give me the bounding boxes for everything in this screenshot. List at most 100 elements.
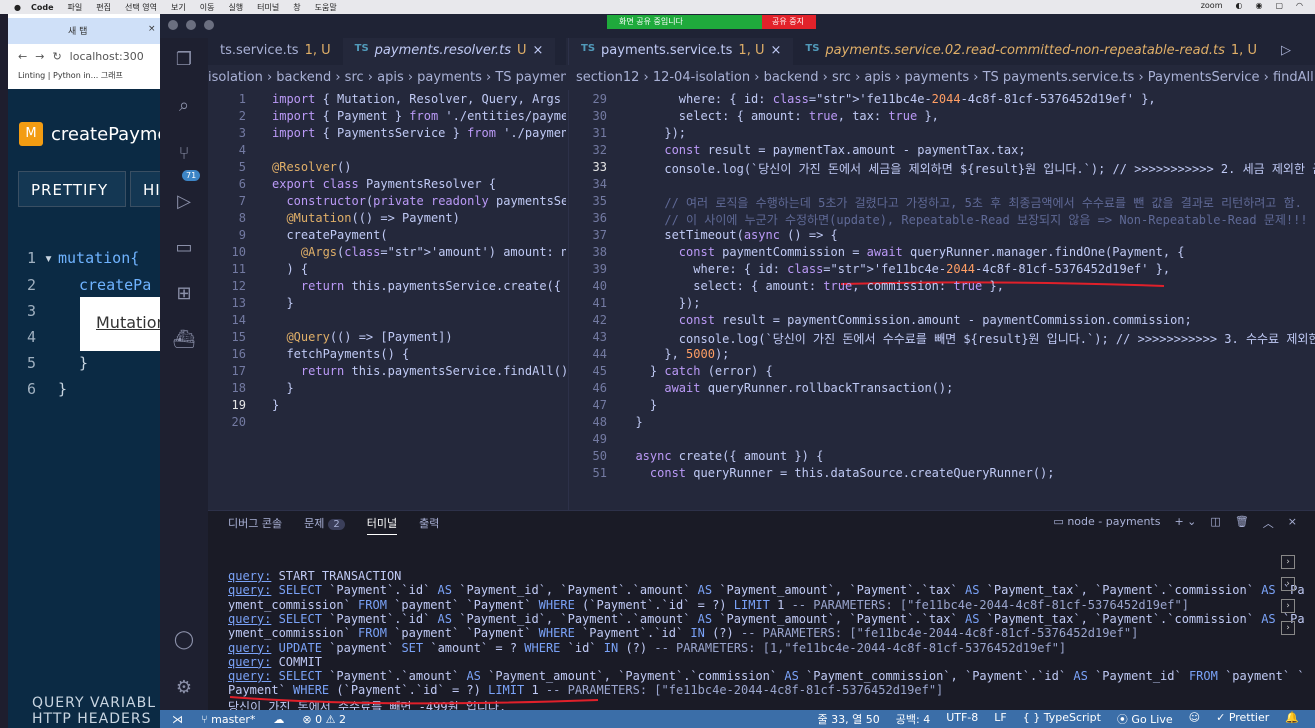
autocomplete-tooltip[interactable]: Mutation xyxy=(80,297,168,351)
code-line[interactable]: 5} xyxy=(8,354,168,380)
go-live-button[interactable]: ⦿ Go Live xyxy=(1117,711,1173,727)
gear-icon[interactable]: ⚙ xyxy=(172,676,196,700)
playground-tab-title[interactable]: M createPayme xyxy=(19,122,168,146)
tab-payments-service[interactable]: TS payments.service.ts 1, U × xyxy=(569,38,794,65)
feedback-icon[interactable]: ☺ xyxy=(1189,711,1200,727)
terminal-instance-icon[interactable]: › xyxy=(1281,599,1295,613)
bookmark-item[interactable]: Linting | Python in... xyxy=(18,71,98,80)
app-name[interactable]: Code xyxy=(31,3,54,12)
code-line[interactable]: 1 ▾ mutation{ xyxy=(8,249,168,275)
prettier-status[interactable]: ✓ Prettier xyxy=(1216,711,1269,727)
tab-ts-service[interactable]: ts.service.ts 1, U xyxy=(208,38,343,65)
maximize-window-button[interactable] xyxy=(204,20,214,30)
line-number: 43 xyxy=(592,330,607,344)
close-panel-icon[interactable]: × xyxy=(1288,515,1297,531)
close-icon[interactable]: × xyxy=(148,24,156,34)
zoom-menu-item[interactable]: zoom xyxy=(1201,1,1223,10)
source-control-icon[interactable]: ⑂ xyxy=(172,142,196,166)
docker-icon[interactable]: ⛴ xyxy=(172,328,196,352)
menu-help[interactable]: 도움말 xyxy=(315,2,337,13)
extensions-icon[interactable]: ⊞ xyxy=(172,282,196,306)
wifi-icon[interactable]: ◠ xyxy=(1296,1,1303,10)
apple-icon[interactable]: ● xyxy=(14,3,21,12)
breadcrumb-left[interactable]: isolation › backend › src › apis › payme… xyxy=(208,67,566,89)
maximize-panel-icon[interactable]: ︿ xyxy=(1263,515,1274,531)
terminal-line: query: COMMIT xyxy=(228,654,322,669)
menu-terminal[interactable]: 터미널 xyxy=(257,2,279,13)
minimize-window-button[interactable] xyxy=(186,20,196,30)
tab-terminal[interactable]: 터미널 xyxy=(366,515,398,535)
stop-share-button[interactable]: 공유 중지 xyxy=(762,15,816,29)
bookmark-item[interactable]: 그래프 xyxy=(101,71,123,80)
query-variables-tab[interactable]: QUERY VARIABL xyxy=(32,695,156,711)
http-headers-tab[interactable]: HTTP HEADERS xyxy=(32,711,156,727)
terminal-selector[interactable]: ▭ node - payments xyxy=(1053,515,1160,531)
code-text: return this.paymentsService.findAll(); xyxy=(300,364,566,378)
tab-problems[interactable]: 문제 2 xyxy=(304,515,345,535)
terminal-instance-icon[interactable]: › xyxy=(1281,577,1295,591)
tab-title: 새 탭 xyxy=(68,27,88,37)
menu-file[interactable]: 파일 xyxy=(68,2,83,13)
tab-read-committed[interactable]: TS payments.service.02.read-committed-non… xyxy=(793,38,1269,65)
line-number: 47 xyxy=(592,398,607,412)
menu-edit[interactable]: 편집 xyxy=(96,2,111,13)
sync-icon[interactable]: ☁ xyxy=(273,713,284,726)
code-editor-right[interactable]: 29 where: { id: class="str">'fe11bc4e-20… xyxy=(568,90,1315,510)
indentation[interactable]: 공백: 4 xyxy=(896,711,930,727)
run-icon[interactable]: ▷ xyxy=(1269,38,1303,65)
code-text: return this.paymentsService.create({ a xyxy=(300,279,566,293)
status-icon[interactable]: ◐ xyxy=(1235,1,1242,10)
menu-selection[interactable]: 선택 영역 xyxy=(125,2,157,13)
menu-go[interactable]: 이동 xyxy=(200,2,215,13)
git-branch[interactable]: ⑂ master* xyxy=(201,713,255,726)
code-editor-left[interactable]: 1 import { Mutation, Resolver, Query, Arg… xyxy=(208,90,566,510)
terminal-instance-icon[interactable]: › xyxy=(1281,621,1295,635)
graphql-playground: M createPayme PRETTIFY HIS 1 ▾ mutation{ 2… xyxy=(8,89,180,728)
forward-icon[interactable]: → xyxy=(35,50,44,63)
more-actions-icon[interactable]: ··· xyxy=(555,38,566,65)
language-mode[interactable]: { } TypeScript xyxy=(1023,711,1101,727)
reload-icon[interactable]: ↻ xyxy=(52,50,61,63)
activity-bar: ❐ ⌕ ⑂ 71 ▷ ▭ ⊞ ⛴ ◯ ⚙ xyxy=(160,38,208,728)
prettify-button[interactable]: PRETTIFY xyxy=(18,171,126,207)
back-icon[interactable]: ← xyxy=(18,50,27,63)
code-text: const queryRunner = this.dataSource.crea… xyxy=(649,466,1055,480)
status-icon[interactable]: ◉ xyxy=(1255,1,1262,10)
tab-payments-resolver[interactable]: TS payments.resolver.ts U × xyxy=(342,38,556,65)
account-icon[interactable]: ◯ xyxy=(172,628,196,652)
line-number: 15 xyxy=(231,330,246,344)
menu-window[interactable]: 창 xyxy=(293,2,300,13)
encoding[interactable]: UTF-8 xyxy=(946,711,978,727)
new-terminal-icon[interactable]: + ⌄ xyxy=(1174,515,1196,531)
search-icon[interactable]: ⌕ xyxy=(172,94,196,118)
menu-view[interactable]: 보기 xyxy=(171,2,186,13)
code-text: async create({ amount }) { xyxy=(635,449,824,463)
close-window-button[interactable] xyxy=(168,20,178,30)
close-icon[interactable]: × xyxy=(770,43,781,60)
menu-run[interactable]: 실행 xyxy=(228,2,243,13)
trash-icon[interactable]: 🗑 xyxy=(1235,515,1249,531)
bottom-panel: 디버그 콘솔 문제 2 터미널 출력 ▭ node - payments + ⌄ … xyxy=(208,510,1315,726)
code-line[interactable]: 6} xyxy=(8,380,168,406)
code-text: select: { amount: true, commission: true… xyxy=(621,279,1004,293)
code-text: where: { id: class="str">'fe11bc4e-2044-… xyxy=(621,262,1171,276)
address-bar[interactable]: ← → ↻ localhost:300 xyxy=(8,44,168,68)
remote-explorer-icon[interactable]: ▭ xyxy=(172,236,196,260)
cursor-position[interactable]: 줄 33, 열 50 xyxy=(818,711,880,727)
split-terminal-icon[interactable]: ◫ xyxy=(1210,515,1220,531)
breadcrumb-right[interactable]: section12 › 12-04-isolation › backend › … xyxy=(568,67,1315,89)
remote-icon[interactable]: ⋊ xyxy=(172,713,183,726)
close-icon[interactable]: × xyxy=(533,43,544,60)
status-bar: ⋊ ⑂ master* ☁ ⊗ 0 ⚠ 2 줄 33, 열 50 공백: 4 U… xyxy=(160,710,1315,728)
browser-tab[interactable]: 새 탭 × xyxy=(8,18,168,44)
tab-output[interactable]: 출력 xyxy=(419,515,439,535)
run-debug-icon[interactable]: ▷ xyxy=(172,190,196,214)
terminal-line: query: UPDATE `payment` SET `amount` = ?… xyxy=(228,640,1067,655)
explorer-icon[interactable]: ❐ xyxy=(172,48,196,72)
line-ending[interactable]: LF xyxy=(994,711,1006,727)
problems-status[interactable]: ⊗ 0 ⚠ 2 xyxy=(302,713,346,726)
terminal-instance-icon[interactable]: › xyxy=(1281,555,1295,569)
tab-debug-console[interactable]: 디버그 콘솔 xyxy=(228,515,282,535)
notifications-icon[interactable]: 🔔 xyxy=(1285,711,1299,727)
status-icon[interactable]: ▢ xyxy=(1275,1,1283,10)
